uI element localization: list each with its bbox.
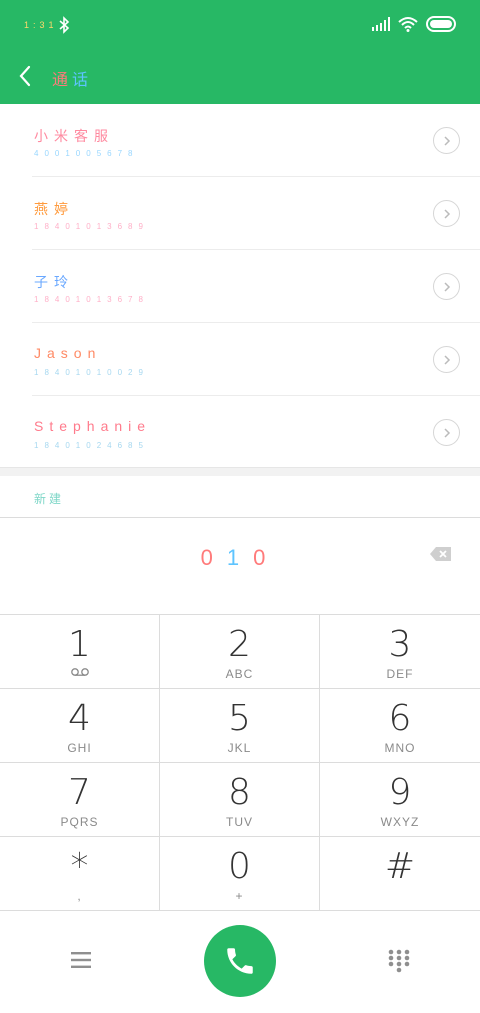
- signal-icon: [372, 17, 390, 31]
- section-divider: [0, 467, 480, 476]
- contact-detail-button[interactable]: [433, 346, 460, 373]
- key-9[interactable]: 9 WXYZ: [320, 763, 480, 837]
- contact-row[interactable]: 小米客服 4001005678: [0, 104, 480, 177]
- wifi-icon: [398, 17, 418, 32]
- contact-number: 4001005678: [34, 149, 139, 158]
- battery-icon: [426, 16, 456, 32]
- chevron-right-icon: [443, 281, 450, 292]
- key-6[interactable]: 6 MNO: [320, 689, 480, 763]
- contact-detail-button[interactable]: [433, 200, 460, 227]
- back-icon[interactable]: [14, 62, 38, 90]
- chevron-right-icon: [443, 208, 450, 219]
- contact-name: 子玲: [34, 274, 74, 290]
- key-5[interactable]: 5 JKL: [160, 689, 320, 763]
- phone-icon: [227, 948, 253, 974]
- contact-row[interactable]: Jason 18401010029: [0, 323, 480, 396]
- contact-detail-button[interactable]: [433, 127, 460, 154]
- menu-icon[interactable]: [68, 950, 94, 970]
- contact-name: 小米客服: [34, 128, 114, 144]
- contact-detail-button[interactable]: [433, 419, 460, 446]
- contact-number: 18401024685: [34, 441, 149, 450]
- chevron-right-icon: [443, 135, 450, 146]
- chevron-right-icon: [443, 427, 450, 438]
- contact-results-list: 小米客服 4001005678 燕婷 18401013689 子玲 184010…: [0, 104, 480, 469]
- new-contact-button[interactable]: 新建: [34, 490, 64, 507]
- contact-number: 18401013678: [34, 295, 149, 304]
- contact-number: 18401010029: [34, 368, 149, 377]
- contact-row[interactable]: 燕婷 18401013689: [0, 177, 480, 250]
- chevron-right-icon: [443, 354, 450, 365]
- bottom-action-bar: [0, 910, 480, 1013]
- dialed-digit: 1: [226, 545, 254, 570]
- dialpad: 1 2 ABC 3 DEF 4 GHI 5 JKL 6 MNO 7 PQRS 8…: [0, 614, 480, 911]
- dialed-number-display: 010: [0, 545, 480, 571]
- key-hash[interactable]: #: [320, 837, 480, 911]
- divider: [0, 517, 480, 518]
- key-8[interactable]: 8 TUV: [160, 763, 320, 837]
- dialpad-icon[interactable]: [386, 948, 412, 974]
- key-1[interactable]: 1: [0, 615, 160, 689]
- dialed-digit: 0: [200, 545, 227, 570]
- contact-number: 18401013689: [34, 222, 149, 231]
- voicemail-icon: [70, 668, 89, 676]
- key-7[interactable]: 7 PQRS: [0, 763, 160, 837]
- status-time: 1:31: [24, 20, 58, 30]
- backspace-icon[interactable]: [429, 545, 453, 563]
- contact-name: Jason: [34, 345, 102, 361]
- app-header: 1:31 通话: [0, 0, 480, 104]
- contact-row[interactable]: Stephanie 18401024685: [0, 396, 480, 469]
- contact-name: Stephanie: [34, 418, 152, 434]
- contact-row[interactable]: 子玲 18401013678: [0, 250, 480, 323]
- bluetooth-icon: [59, 16, 70, 34]
- contact-detail-button[interactable]: [433, 273, 460, 300]
- dialed-digit: 0: [253, 545, 280, 570]
- contact-name: 燕婷: [34, 201, 74, 217]
- status-icons: [372, 16, 458, 32]
- key-4[interactable]: 4 GHI: [0, 689, 160, 763]
- key-2[interactable]: 2 ABC: [160, 615, 320, 689]
- key-star[interactable]: * ,: [0, 837, 160, 911]
- key-0[interactable]: 0 +: [160, 837, 320, 911]
- key-3[interactable]: 3 DEF: [320, 615, 480, 689]
- call-button[interactable]: [204, 925, 276, 997]
- page-title: 通话: [52, 72, 93, 89]
